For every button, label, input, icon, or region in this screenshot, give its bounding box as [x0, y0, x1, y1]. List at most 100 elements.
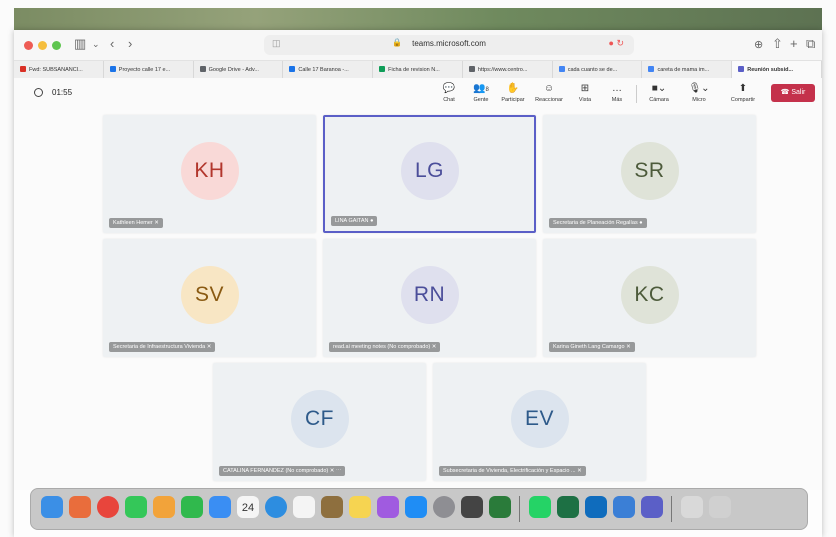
sheets-icon — [379, 66, 386, 72]
mic-muted-icon: ✕ — [577, 468, 582, 474]
camera-button[interactable]: ■⌄ Cámara — [644, 83, 674, 103]
ellipsis-icon: … — [612, 83, 622, 94]
tab-ficha[interactable]: Ficha de revision N... — [373, 61, 463, 78]
raise-hand-button[interactable]: ✋ Participar — [498, 83, 528, 103]
downloads-icon[interactable] — [681, 496, 703, 518]
participant-tile[interactable]: RN read.ai meeting notes (No comprobado)… — [323, 239, 536, 357]
more-button[interactable]: … Más — [602, 83, 632, 103]
participant-tile[interactable]: SV Secretaria de Infraestructura Viviend… — [103, 239, 316, 357]
participant-name: Karina Gineth Lang Camargo — [553, 344, 625, 350]
participant-tile[interactable]: KH Kathleen Hemer ✕ — [103, 115, 316, 233]
mic-record-reload-icons[interactable]: ● ↻ — [609, 38, 624, 49]
podcasts-icon[interactable] — [377, 496, 399, 518]
mic-button[interactable]: 🎙⌄ Micro — [684, 83, 714, 103]
new-tab-icon[interactable]: + — [790, 36, 798, 51]
tab-cada-cuanto[interactable]: cada cuanto se de... — [553, 61, 643, 78]
tab-google-drive[interactable]: Google Drive - Adv... — [194, 61, 284, 78]
tab-proyecto[interactable]: Proyecto calle 17 e... — [104, 61, 194, 78]
appstore-icon[interactable] — [405, 496, 427, 518]
photos-icon[interactable] — [153, 496, 175, 518]
back-arrow-icon[interactable]: ‹ — [110, 36, 114, 51]
chat-icon: 💬 — [442, 83, 456, 94]
participant-name: LINA GAITAN — [335, 218, 369, 224]
notes-app-icon[interactable] — [321, 496, 343, 518]
avatar: LG — [400, 142, 459, 200]
react-button[interactable]: ☺ Reaccionar — [534, 83, 564, 103]
share-screen-button[interactable]: ⬆ Compartir — [728, 83, 758, 103]
download-icon[interactable]: ⊕ — [754, 38, 763, 51]
forward-arrow-icon[interactable]: › — [128, 36, 132, 51]
tab-calle-17[interactable]: Calle 17 Baranoa -... — [283, 61, 374, 78]
url-text: teams.microsoft.com — [412, 39, 486, 48]
dock-divider — [519, 496, 520, 522]
trash-icon[interactable] — [709, 496, 731, 518]
desktop-wallpaper-strip — [14, 8, 822, 32]
hand-icon: ✋ — [506, 83, 520, 94]
tab-careta[interactable]: careta de mama im... — [642, 61, 733, 78]
participant-tile[interactable]: EV Subsecretaria de Vivienda, Electrific… — [433, 363, 646, 481]
participant-name: Secretaria de Planeación Regalías — [553, 220, 638, 226]
camera-icon: ■⌄ — [651, 83, 667, 94]
participant-name: CATALINA FERNANDEZ (No comprobado) — [223, 468, 329, 474]
mic-muted-icon: ✕ — [626, 344, 631, 350]
sidebar-icon[interactable]: ▥ — [74, 36, 86, 52]
toolbar-divider — [636, 85, 637, 103]
share-icon[interactable]: ⇧ — [772, 36, 783, 52]
minimize-window-icon[interactable] — [38, 41, 47, 50]
avatar: KH — [180, 142, 239, 200]
page-icon — [468, 66, 475, 72]
messages-icon[interactable] — [125, 496, 147, 518]
participant-tile[interactable]: KC Karina Gineth Lang Camargo ✕ — [543, 239, 756, 357]
outlook-icon[interactable] — [585, 496, 607, 518]
launchpad-icon[interactable] — [69, 496, 91, 518]
tab-centro[interactable]: https://www.centro... — [463, 61, 553, 78]
settings-icon[interactable] — [433, 496, 455, 518]
mic-icon: ● — [639, 220, 643, 226]
zoom-window-icon[interactable] — [52, 41, 61, 50]
books-icon[interactable] — [461, 496, 483, 518]
safari-icon[interactable] — [265, 496, 287, 518]
more-options-icon[interactable]: ⋯ — [336, 468, 342, 474]
people-count: 8 — [485, 87, 489, 93]
close-window-icon[interactable] — [24, 41, 33, 50]
leave-button[interactable]: ☎ Salir — [771, 84, 815, 102]
shield-timer-icon — [34, 88, 43, 97]
chat-button[interactable]: 💬 Chat — [434, 83, 464, 103]
whatsapp-icon[interactable] — [529, 496, 551, 518]
avatar: KC — [620, 266, 679, 324]
tab-bar: Fwd: SUBSANANCI... Proyecto calle 17 e..… — [14, 60, 823, 79]
grid-view-icon: ⊞ — [580, 83, 590, 94]
participant-name: Secretaria de Infraestructura Vivienda — [113, 344, 206, 350]
teams-icon[interactable] — [641, 496, 663, 518]
tab-reunion[interactable]: Reunión subsid... — [732, 61, 823, 78]
mail-icon[interactable] — [209, 496, 231, 518]
gmail-icon — [20, 66, 26, 72]
facetime-icon[interactable] — [181, 496, 203, 518]
excel-icon[interactable] — [557, 496, 579, 518]
tab-overview-icon[interactable]: ⧉ — [806, 36, 815, 52]
mic-muted-icon: ✕ — [154, 220, 159, 226]
chrome-icon[interactable] — [97, 496, 119, 518]
tab-gmail[interactable]: Fwd: SUBSANANCI... — [14, 61, 104, 78]
chevron-down-icon[interactable]: ⌄ — [92, 39, 100, 50]
view-button[interactable]: ⊞ Vista — [570, 83, 600, 103]
share-screen-icon: ⬆ — [738, 83, 748, 94]
google-icon — [558, 66, 565, 72]
participant-tile[interactable]: SR Secretaria de Planeación Regalías ● — [543, 115, 756, 233]
address-bar[interactable]: ◫ 🔒 teams.microsoft.com ● ↻ — [264, 35, 634, 55]
reminders-icon[interactable] — [293, 496, 315, 518]
browser-window: ▥ ⌄ ‹ › ◫ 🔒 teams.microsoft.com ● ↻ ⊕ ⇧ … — [14, 30, 823, 537]
avatar: SV — [180, 266, 239, 324]
phone-hangup-icon: ☎ — [780, 89, 790, 96]
finder-icon[interactable] — [41, 496, 63, 518]
participant-tile[interactable]: CF CATALINA FERNANDEZ (No comprobado) ✕ … — [213, 363, 426, 481]
preview-icon[interactable] — [613, 496, 635, 518]
teams-icon — [738, 66, 745, 72]
people-button[interactable]: 👥8 Gente — [466, 83, 496, 103]
stickies-icon[interactable] — [349, 496, 371, 518]
macos-dock: 24 — [30, 488, 808, 530]
calendar-icon[interactable]: 24 — [237, 496, 259, 518]
mic-muted-icon: ✕ — [206, 344, 212, 350]
participant-tile-active-speaker[interactable]: LG LINA GAITAN ● — [323, 115, 536, 233]
hdi-icon[interactable] — [489, 496, 511, 518]
